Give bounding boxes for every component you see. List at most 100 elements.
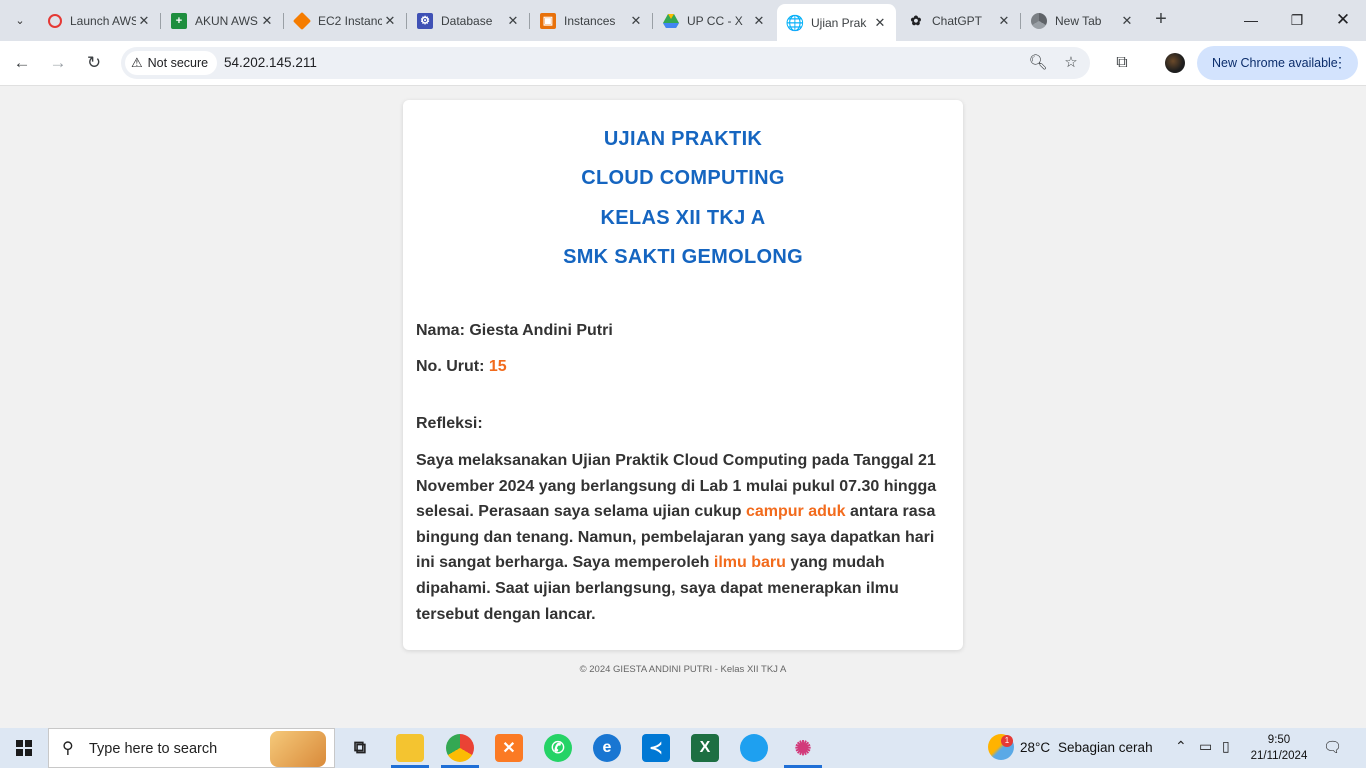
tab-title: Launch AWS: [70, 13, 136, 28]
weather-description[interactable]: Sebagian cerah: [1058, 740, 1153, 755]
chatgpt-icon: ✿: [910, 12, 922, 28]
weather-temperature[interactable]: 28°C: [1020, 740, 1050, 755]
back-button[interactable]: ←: [10, 51, 34, 75]
heading-line-2: CLOUD COMPUTING: [581, 167, 785, 189]
page-content: UJIAN PRAKTIK CLOUD COMPUTING KELAS XII …: [0, 86, 1366, 728]
close-icon[interactable]: ✕: [505, 13, 521, 29]
bookmark-star-icon[interactable]: ☆: [1060, 52, 1082, 74]
google-drive-icon: [663, 13, 679, 29]
close-window-button[interactable]: ✕: [1320, 7, 1366, 33]
system-clock[interactable]: 9:50 21/11/2024: [1244, 732, 1314, 764]
reflection-label: Refleksi:: [416, 415, 483, 432]
url-text[interactable]: 54.202.145.211: [224, 55, 317, 70]
aws-launch-icon: [48, 13, 62, 28]
tab-akun-aws[interactable]: + AKUN AWS ✕: [161, 6, 284, 35]
taskbar-search[interactable]: ⚲ Type here to search: [48, 728, 335, 768]
globe-icon: 🌐: [785, 14, 805, 32]
extensions-icon[interactable]: ⧉: [1110, 51, 1134, 75]
forward-button[interactable]: →: [46, 51, 70, 75]
browser-toolbar: ← → ↻ ⚠ Not secure 54.202.145.211 🔍︎ ☆ ⧉…: [0, 41, 1366, 86]
tab-launch-aws[interactable]: Launch AWS ✕: [38, 6, 161, 35]
tab-title: ChatGPT: [932, 13, 983, 28]
zoom-icon[interactable]: 🔍︎: [1027, 52, 1049, 74]
security-indicator[interactable]: ⚠ Not secure: [125, 51, 218, 75]
close-icon[interactable]: ✕: [1119, 13, 1135, 29]
chrome-update-button[interactable]: New Chrome available ⋮: [1197, 46, 1358, 80]
arrow-left-icon: ←: [13, 53, 31, 72]
ec2-icon: [292, 11, 312, 30]
tab-chatgpt[interactable]: ✿ ChatGPT ✕: [898, 6, 1021, 35]
arrow-right-icon: →: [49, 53, 67, 72]
name-field: Nama: Giesta Andini Putri: [416, 322, 613, 340]
close-icon[interactable]: ✕: [751, 13, 767, 29]
reload-icon: ↻: [86, 53, 102, 72]
task-view-icon[interactable]: ⧉: [346, 734, 374, 762]
exam-card: UJIAN PRAKTIK CLOUD COMPUTING KELAS XII …: [403, 100, 963, 650]
more-menu-icon[interactable]: ⋮: [1333, 54, 1347, 71]
name-value: Giesta Andini Putri: [469, 322, 613, 339]
close-icon[interactable]: ✕: [996, 13, 1012, 29]
reflection-highlight-1: campur aduk: [745, 503, 846, 521]
close-icon[interactable]: ✕: [136, 13, 152, 29]
new-tab-button[interactable]: +: [1150, 9, 1172, 31]
address-bar[interactable]: ⚠ Not secure 54.202.145.211 🔍︎ ☆: [121, 47, 1090, 79]
search-icon: ⚲: [62, 740, 74, 757]
close-icon[interactable]: ✕: [382, 13, 398, 29]
tab-title: Ujian Prak: [811, 15, 867, 30]
name-label: Nama:: [416, 322, 465, 339]
database-icon: ⚙: [417, 12, 433, 29]
edge-legacy-icon[interactable]: e: [593, 734, 621, 762]
tab-instances[interactable]: ▣ Instances ✕: [530, 6, 653, 35]
sheets-icon: +: [171, 12, 187, 29]
chrome-icon: [1031, 12, 1047, 29]
heading-line-1: UJIAN PRAKTIK: [603, 128, 763, 150]
tab-title: UP CC - X: [687, 13, 743, 28]
close-icon[interactable]: ✕: [259, 13, 275, 29]
excel-icon[interactable]: X: [691, 734, 719, 762]
network-icon[interactable]: ▭: [1199, 738, 1212, 755]
tab-title: EC2 Instances: [318, 13, 382, 28]
chevron-down-icon: ⌄: [15, 14, 25, 27]
heading-line-3: KELAS XII TKJ A: [600, 207, 766, 229]
xampp-icon[interactable]: ✕: [495, 734, 523, 762]
tab-title: New Tab: [1055, 13, 1102, 28]
minimize-button[interactable]: —: [1228, 7, 1274, 33]
close-icon[interactable]: ✕: [872, 15, 888, 31]
weather-badge: 1: [1001, 735, 1013, 747]
battery-icon[interactable]: ▯: [1222, 738, 1230, 755]
page-footer: © 2024 GIESTA ANDINI PUTRI - Kelas XII T…: [579, 664, 787, 675]
notification-icon[interactable]: 🗨︎: [1323, 738, 1342, 756]
whatsapp-icon[interactable]: ✆: [544, 734, 572, 762]
close-icon: ✕: [1335, 10, 1351, 29]
vscode-icon[interactable]: ≺: [642, 734, 670, 762]
number-label: No. Urut:: [416, 358, 485, 375]
chevron-up-icon[interactable]: ⌃: [1175, 738, 1187, 755]
chrome-icon[interactable]: [446, 734, 474, 762]
tab-search-button[interactable]: ⌄: [8, 8, 32, 32]
browser-tab-strip: ⌄ Launch AWS ✕ + AKUN AWS ✕ EC2 Instance…: [0, 0, 1366, 41]
restore-button[interactable]: ❐: [1274, 7, 1320, 33]
number-field: No. Urut: 15: [416, 358, 507, 376]
app-network-icon[interactable]: ✺: [789, 734, 817, 762]
windows-taskbar: ⚲ Type here to search ⧉ ✕ ✆ e ≺ X ✺ 1 28…: [0, 728, 1366, 768]
warning-icon: ⚠: [131, 55, 143, 70]
reflection-text: Saya melaksanakan Ujian Praktik Cloud Co…: [416, 448, 946, 627]
app-blue-icon[interactable]: [740, 734, 768, 762]
tab-ujian-praktik[interactable]: 🌐 Ujian Prak ✕: [777, 4, 896, 41]
tab-title: Database: [441, 13, 493, 28]
profile-avatar[interactable]: [1165, 53, 1185, 73]
start-button[interactable]: [0, 728, 48, 768]
instances-icon: ▣: [540, 12, 556, 29]
file-explorer-icon[interactable]: [396, 734, 424, 762]
minimize-icon: —: [1244, 12, 1258, 28]
close-icon[interactable]: ✕: [628, 13, 644, 29]
plus-icon: +: [1155, 8, 1167, 30]
reload-button[interactable]: ↻: [82, 51, 106, 75]
search-highlight-image: [270, 731, 326, 767]
clock-date: 21/11/2024: [1250, 750, 1308, 762]
tab-up-cc[interactable]: UP CC - X ✕: [653, 6, 775, 35]
tab-new-tab[interactable]: New Tab ✕: [1021, 6, 1143, 35]
search-placeholder: Type here to search: [89, 741, 218, 757]
tab-database[interactable]: ⚙ Database ✕: [407, 6, 530, 35]
tab-ec2-instances[interactable]: EC2 Instances ✕: [284, 6, 407, 35]
